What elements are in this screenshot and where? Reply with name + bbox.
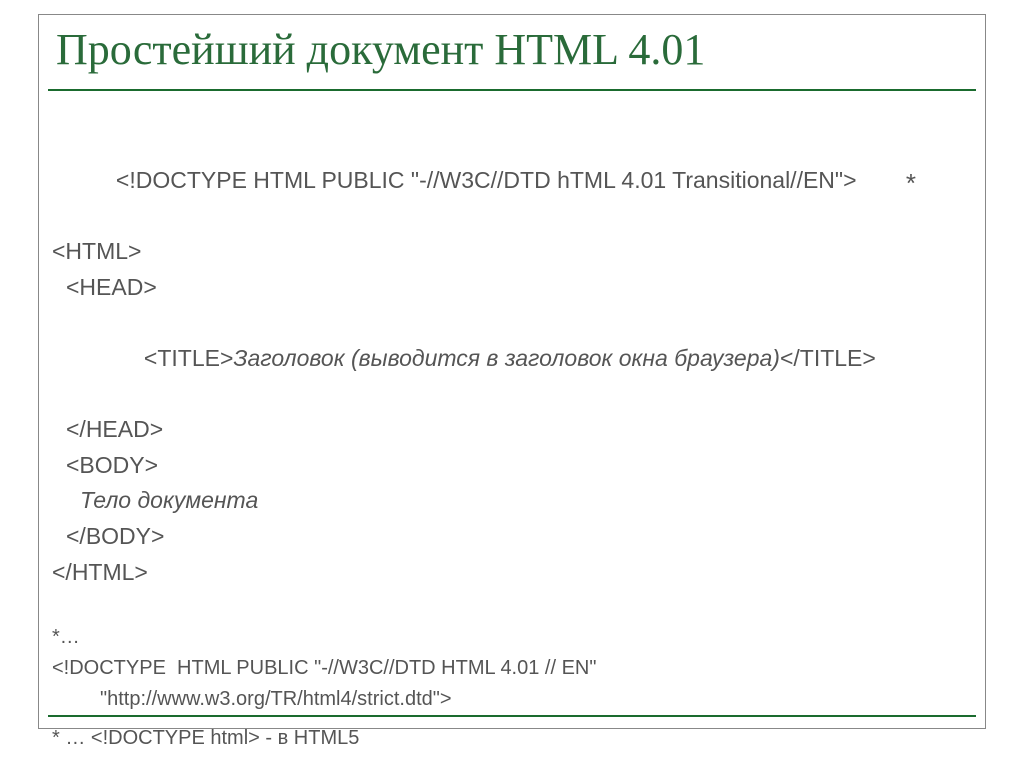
footnote-html5: * … <!DOCTYPE html> - в HTML5 bbox=[52, 723, 976, 754]
doctype-line: <!DOCTYPE HTML PUBLIC "-//W3C//DTD hTML … bbox=[52, 127, 976, 234]
footnote-doctype-strict-b: "http://www.w3.org/TR/html4/strict.dtd"> bbox=[52, 684, 976, 715]
content-area: <!DOCTYPE HTML PUBLIC "-//W3C//DTD hTML … bbox=[48, 91, 976, 754]
code-block: <!DOCTYPE HTML PUBLIC "-//W3C//DTD hTML … bbox=[52, 127, 976, 590]
footer-rule bbox=[48, 715, 976, 718]
slide-inner: Простейший документ HTML 4.01 <!DOCTYPE … bbox=[48, 24, 976, 719]
head-open: <HEAD> bbox=[52, 270, 976, 306]
html-open: <HTML> bbox=[52, 234, 976, 270]
doctype-text: <!DOCTYPE HTML PUBLIC "-//W3C//DTD hTML … bbox=[116, 167, 857, 193]
title-open-tag: <TITLE> bbox=[144, 345, 233, 371]
title-area: Простейший документ HTML 4.01 bbox=[48, 24, 976, 91]
footnotes: *… <!DOCTYPE HTML PUBLIC "-//W3C//DTD HT… bbox=[52, 622, 976, 754]
body-open: <BODY> bbox=[52, 448, 976, 484]
body-close: </BODY> bbox=[52, 519, 976, 555]
html-close: </HTML> bbox=[52, 555, 976, 591]
slide: Простейший документ HTML 4.01 <!DOCTYPE … bbox=[0, 0, 1024, 767]
title-text: Заголовок (выводится в заголовок окна бр… bbox=[233, 345, 780, 371]
body-text: Тело документа bbox=[52, 483, 976, 519]
page-title: Простейший документ HTML 4.01 bbox=[56, 24, 976, 75]
title-close-tag: </TITLE> bbox=[780, 345, 876, 371]
spacer bbox=[52, 590, 976, 622]
title-line: <TITLE>Заголовок (выводится в заголовок … bbox=[52, 305, 976, 412]
head-close: </HEAD> bbox=[52, 412, 976, 448]
asterisk-ref: * bbox=[899, 163, 916, 203]
footnote-ellipsis: *… bbox=[52, 622, 976, 653]
footnote-doctype-strict-a: <!DOCTYPE HTML PUBLIC "-//W3C//DTD HTML … bbox=[52, 653, 976, 684]
